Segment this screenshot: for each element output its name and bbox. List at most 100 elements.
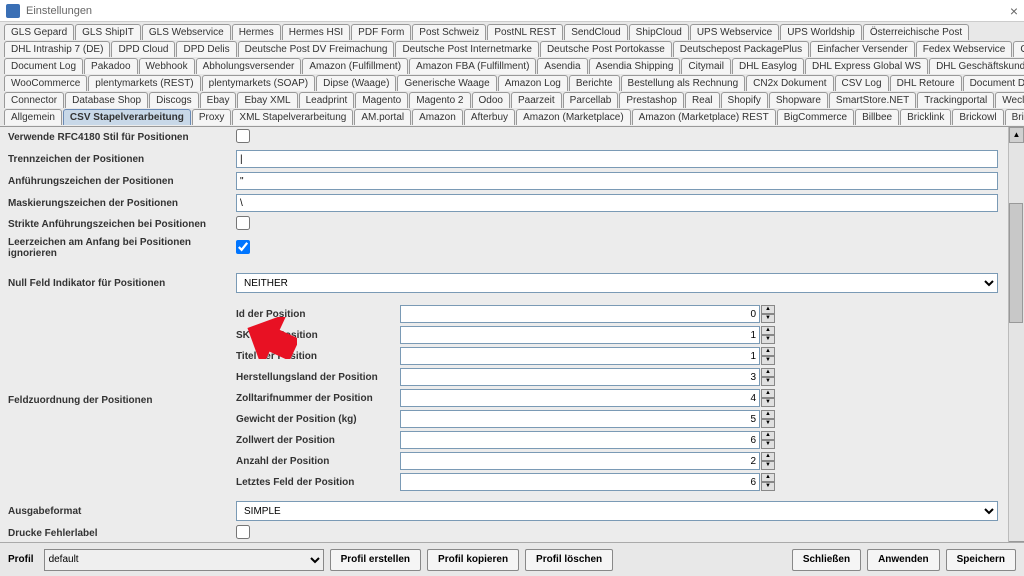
tab-deutsche-post-dv-freimachung[interactable]: Deutsche Post DV Freimachung bbox=[238, 41, 395, 57]
tab-proxy[interactable]: Proxy bbox=[192, 109, 232, 125]
input-trennzeichen[interactable] bbox=[236, 150, 998, 168]
select-nullfeld[interactable]: NEITHER bbox=[236, 273, 998, 293]
tab-dhl-express-global-ws[interactable]: DHL Express Global WS bbox=[805, 58, 928, 74]
tab-billbee[interactable]: Billbee bbox=[855, 109, 899, 125]
profil-erstellen-button[interactable]: Profil erstellen bbox=[330, 549, 421, 571]
spin-down-6[interactable]: ▼ bbox=[761, 440, 775, 449]
tab-woocommerce[interactable]: WooCommerce bbox=[4, 75, 87, 91]
nested-input-4[interactable] bbox=[400, 389, 760, 407]
tab-webhook[interactable]: Webhook bbox=[139, 58, 195, 74]
tab-dpd-cloud[interactable]: DPD Cloud bbox=[111, 41, 175, 57]
tab-hermes[interactable]: Hermes bbox=[232, 24, 281, 40]
spin-down-4[interactable]: ▼ bbox=[761, 398, 775, 407]
anwenden-button[interactable]: Anwenden bbox=[867, 549, 940, 571]
checkbox-rfc4180[interactable] bbox=[236, 129, 250, 143]
spin-up-3[interactable]: ▲ bbox=[761, 368, 775, 377]
tab-ups-webservice[interactable]: UPS Webservice bbox=[690, 24, 779, 40]
spin-down-2[interactable]: ▼ bbox=[761, 356, 775, 365]
nested-input-2[interactable] bbox=[400, 347, 760, 365]
tab-deutsche-post-portokasse[interactable]: Deutsche Post Portokasse bbox=[540, 41, 672, 57]
tab-postnl-rest[interactable]: PostNL REST bbox=[487, 24, 563, 40]
tab-pakadoo[interactable]: Pakadoo bbox=[84, 58, 137, 74]
tab-amazon-marketplace-[interactable]: Amazon (Marketplace) bbox=[516, 109, 631, 125]
nested-input-3[interactable] bbox=[400, 368, 760, 386]
tab-gls-shipit[interactable]: GLS ShipIT bbox=[75, 24, 141, 40]
tab-brickscout[interactable]: Brickscout bbox=[1005, 109, 1024, 125]
tab-dipse-waage-[interactable]: Dipse (Waage) bbox=[316, 75, 396, 91]
nested-input-6[interactable] bbox=[400, 431, 760, 449]
tab-ebay[interactable]: Ebay bbox=[200, 92, 237, 108]
tab-citymail[interactable]: Citymail bbox=[681, 58, 731, 74]
profil-kopieren-button[interactable]: Profil kopieren bbox=[427, 549, 519, 571]
spin-up-5[interactable]: ▲ bbox=[761, 410, 775, 419]
tab-cn2x-dokument[interactable]: CN2x Dokument bbox=[746, 75, 833, 91]
tab-plentymarkets-soap-[interactable]: plentymarkets (SOAP) bbox=[202, 75, 315, 91]
spin-up-2[interactable]: ▲ bbox=[761, 347, 775, 356]
tab-database-shop[interactable]: Database Shop bbox=[65, 92, 148, 108]
tab-asendia[interactable]: Asendia bbox=[537, 58, 587, 74]
tab-generische-waage[interactable]: Generische Waage bbox=[397, 75, 496, 91]
tab-bestellung-als-rechnung[interactable]: Bestellung als Rechnung bbox=[621, 75, 746, 91]
tab-amazon-marketplace-rest[interactable]: Amazon (Marketplace) REST bbox=[632, 109, 776, 125]
tab-am-portal[interactable]: AM.portal bbox=[354, 109, 411, 125]
tab-amazon-log[interactable]: Amazon Log bbox=[498, 75, 568, 91]
tab-parcellab[interactable]: Parcellab bbox=[563, 92, 619, 108]
tab-ebay-xml[interactable]: Ebay XML bbox=[237, 92, 297, 108]
spin-up-7[interactable]: ▲ bbox=[761, 452, 775, 461]
tab-discogs[interactable]: Discogs bbox=[149, 92, 199, 108]
tab-xml-stapelverarbeitung[interactable]: XML Stapelverarbeitung bbox=[232, 109, 353, 125]
tab-smartstore-net[interactable]: SmartStore.NET bbox=[829, 92, 916, 108]
tab-leadprint[interactable]: Leadprint bbox=[299, 92, 355, 108]
spin-up-6[interactable]: ▲ bbox=[761, 431, 775, 440]
spin-down-7[interactable]: ▼ bbox=[761, 461, 775, 470]
tab-document-downloader[interactable]: Document Downloader bbox=[963, 75, 1024, 91]
tab-csv-log[interactable]: CSV Log bbox=[835, 75, 889, 91]
tab-afterbuy[interactable]: Afterbuy bbox=[464, 109, 515, 125]
checkbox-leerzeichen[interactable] bbox=[236, 240, 250, 254]
nested-input-0[interactable] bbox=[400, 305, 760, 323]
tab-connector[interactable]: Connector bbox=[4, 92, 64, 108]
tab-sendcloud[interactable]: SendCloud bbox=[564, 24, 627, 40]
tab-trackingportal[interactable]: Trackingportal bbox=[917, 92, 994, 108]
tab-paarzeit[interactable]: Paarzeit bbox=[511, 92, 562, 108]
tab-real[interactable]: Real bbox=[685, 92, 720, 108]
spin-down-3[interactable]: ▼ bbox=[761, 377, 775, 386]
tab-magento-2[interactable]: Magento 2 bbox=[409, 92, 470, 108]
select-ausgabe[interactable]: SIMPLE bbox=[236, 501, 998, 521]
checkbox-drucke-fehler[interactable] bbox=[236, 525, 250, 539]
tab-amazon[interactable]: Amazon bbox=[412, 109, 463, 125]
tab-dhl-gesch-ftskundenversand[interactable]: DHL Geschäftskundenversand bbox=[929, 58, 1024, 74]
tab-ups-worldship[interactable]: UPS Worldship bbox=[780, 24, 862, 40]
tab-shopware[interactable]: Shopware bbox=[769, 92, 828, 108]
tab-einfacher-versender[interactable]: Einfacher Versender bbox=[810, 41, 915, 57]
spin-up-4[interactable]: ▲ bbox=[761, 389, 775, 398]
tab--sterreichische-post[interactable]: Österreichische Post bbox=[863, 24, 969, 40]
tab-fedex-webservice[interactable]: Fedex Webservice bbox=[916, 41, 1013, 57]
tab-magento[interactable]: Magento bbox=[355, 92, 408, 108]
tab-odoo[interactable]: Odoo bbox=[472, 92, 510, 108]
tab-dhl-easylog[interactable]: DHL Easylog bbox=[732, 58, 804, 74]
close-icon[interactable]: × bbox=[1010, 3, 1018, 19]
tab-allgemein[interactable]: Allgemein bbox=[4, 109, 62, 125]
tab-prestashop[interactable]: Prestashop bbox=[619, 92, 684, 108]
tab-post-schweiz[interactable]: Post Schweiz bbox=[412, 24, 486, 40]
nested-input-5[interactable] bbox=[400, 410, 760, 428]
tab-pdf-form[interactable]: PDF Form bbox=[351, 24, 411, 40]
spin-down-5[interactable]: ▼ bbox=[761, 419, 775, 428]
nested-input-7[interactable] bbox=[400, 452, 760, 470]
tab-dpd-delis[interactable]: DPD Delis bbox=[176, 41, 236, 57]
spin-down-8[interactable]: ▼ bbox=[761, 482, 775, 491]
tab-bigcommerce[interactable]: BigCommerce bbox=[777, 109, 854, 125]
tab-weclapp[interactable]: Weclapp bbox=[995, 92, 1024, 108]
tab-amazon-fulfillment-[interactable]: Amazon (Fulfillment) bbox=[302, 58, 408, 74]
nested-input-8[interactable] bbox=[400, 473, 760, 491]
tab-shipcloud[interactable]: ShipCloud bbox=[629, 24, 689, 40]
tab-shopify[interactable]: Shopify bbox=[721, 92, 768, 108]
nested-input-1[interactable] bbox=[400, 326, 760, 344]
vertical-scrollbar[interactable]: ▲ ▼ bbox=[1008, 127, 1024, 556]
tab-bricklink[interactable]: Bricklink bbox=[900, 109, 951, 125]
spin-up-8[interactable]: ▲ bbox=[761, 473, 775, 482]
spin-down-1[interactable]: ▼ bbox=[761, 335, 775, 344]
profil-select[interactable]: default bbox=[44, 549, 324, 571]
scroll-up-icon[interactable]: ▲ bbox=[1009, 127, 1024, 143]
